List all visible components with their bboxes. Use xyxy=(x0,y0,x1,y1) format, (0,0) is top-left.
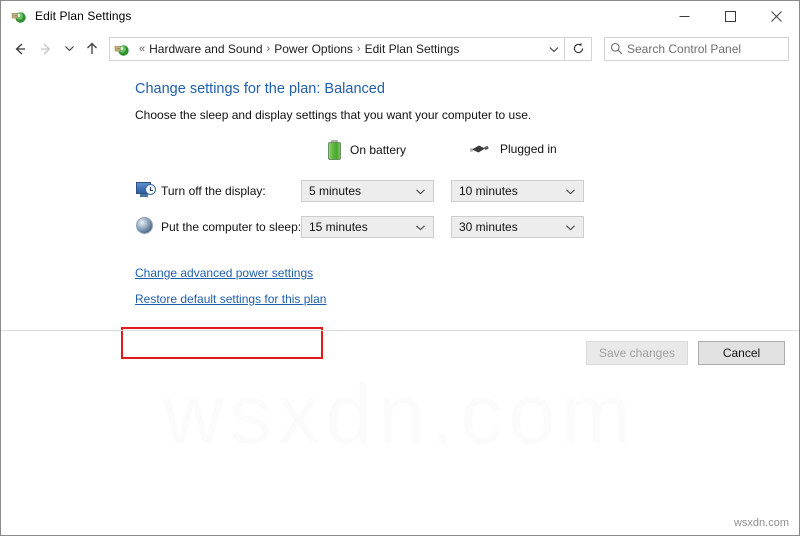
dropdown-value: 10 minutes xyxy=(459,184,518,198)
page-title: Change settings for the plan: Balanced xyxy=(135,81,385,97)
watermark-label: wsxdn.com xyxy=(734,517,789,529)
footer-separator xyxy=(1,330,799,331)
maximize-button[interactable] xyxy=(707,1,753,31)
back-arrow-icon[interactable] xyxy=(7,36,33,62)
dropdown-turn-off-display-plugged-in[interactable]: 10 minutes xyxy=(451,180,584,202)
title-bar: Edit Plan Settings xyxy=(1,1,799,31)
dropdown-value: 30 minutes xyxy=(459,220,518,234)
link-restore-default-settings[interactable]: Restore default settings for this plan xyxy=(135,292,326,306)
setting-label-turn-off-display: Turn off the display: xyxy=(161,184,266,198)
breadcrumb-item-edit-plan-settings[interactable]: Edit Plan Settings xyxy=(365,42,460,56)
up-arrow-icon[interactable] xyxy=(79,36,105,62)
highlight-box-advanced-power-settings xyxy=(121,327,323,359)
forward-arrow-icon[interactable] xyxy=(33,36,59,62)
address-chevron-down-icon[interactable] xyxy=(544,38,564,60)
dropdown-sleep-plugged-in[interactable]: 30 minutes xyxy=(451,216,584,238)
chevron-down-icon xyxy=(415,222,426,233)
save-changes-button[interactable]: Save changes xyxy=(586,341,688,365)
address-bar[interactable]: « Hardware and Sound › Power Options › E… xyxy=(109,37,592,61)
chevron-down-icon xyxy=(565,222,576,233)
minimize-button[interactable] xyxy=(661,1,707,31)
search-input[interactable] xyxy=(627,42,777,56)
close-button[interactable] xyxy=(753,1,799,31)
power-plug-icon xyxy=(11,8,27,24)
battery-icon xyxy=(328,140,341,160)
dropdown-value: 15 minutes xyxy=(309,220,368,234)
breadcrumb-item-power-options[interactable]: Power Options xyxy=(274,42,353,56)
link-change-advanced-power-settings[interactable]: Change advanced power settings xyxy=(135,266,313,280)
dropdown-sleep-on-battery[interactable]: 15 minutes xyxy=(301,216,434,238)
page-subtitle: Choose the sleep and display settings th… xyxy=(135,108,531,122)
breadcrumb-separator-2[interactable]: › xyxy=(353,43,365,55)
refresh-icon[interactable] xyxy=(565,38,591,60)
column-header-plugged-in: Plugged in xyxy=(469,140,557,158)
monitor-clock-icon xyxy=(136,181,156,201)
settings-pane: Change settings for the plan: Balanced C… xyxy=(1,66,799,326)
search-box[interactable] xyxy=(604,37,789,61)
column-header-on-battery-label: On battery xyxy=(350,143,406,157)
window-title: Edit Plan Settings xyxy=(35,9,132,23)
breadcrumb-separator-1[interactable]: › xyxy=(263,43,275,55)
background-watermark: wsxdn.com xyxy=(1,366,799,463)
edit-plan-settings-window: Edit Plan Settings xyxy=(0,0,800,536)
content-area: Change settings for the plan: Balanced C… xyxy=(1,66,799,535)
dropdown-turn-off-display-on-battery[interactable]: 5 minutes xyxy=(301,180,434,202)
recent-pages-chevron-down-icon[interactable] xyxy=(59,36,79,62)
cancel-button[interactable]: Cancel xyxy=(698,341,785,365)
navigation-bar: « Hardware and Sound › Power Options › E… xyxy=(1,31,799,66)
column-header-plugged-in-label: Plugged in xyxy=(500,142,557,156)
footer-buttons: Save changes Cancel xyxy=(586,341,785,365)
window-controls xyxy=(661,1,799,31)
setting-row-sleep: Put the computer to sleep: 15 minutes 30… xyxy=(1,214,799,240)
chevron-down-icon xyxy=(565,186,576,197)
breadcrumb-item-hardware-and-sound[interactable]: Hardware and Sound xyxy=(149,42,262,56)
search-icon xyxy=(605,42,627,55)
breadcrumb-overflow[interactable]: « xyxy=(135,43,149,55)
chevron-down-icon xyxy=(415,186,426,197)
setting-label-sleep: Put the computer to sleep: xyxy=(161,220,301,234)
sleep-sphere-icon xyxy=(136,217,156,237)
setting-row-turn-off-display: Turn off the display: 5 minutes 10 minut… xyxy=(1,178,799,204)
column-header-on-battery: On battery xyxy=(328,140,406,160)
dropdown-value: 5 minutes xyxy=(309,184,361,198)
address-power-plug-icon xyxy=(114,41,130,57)
plug-icon xyxy=(469,140,491,158)
